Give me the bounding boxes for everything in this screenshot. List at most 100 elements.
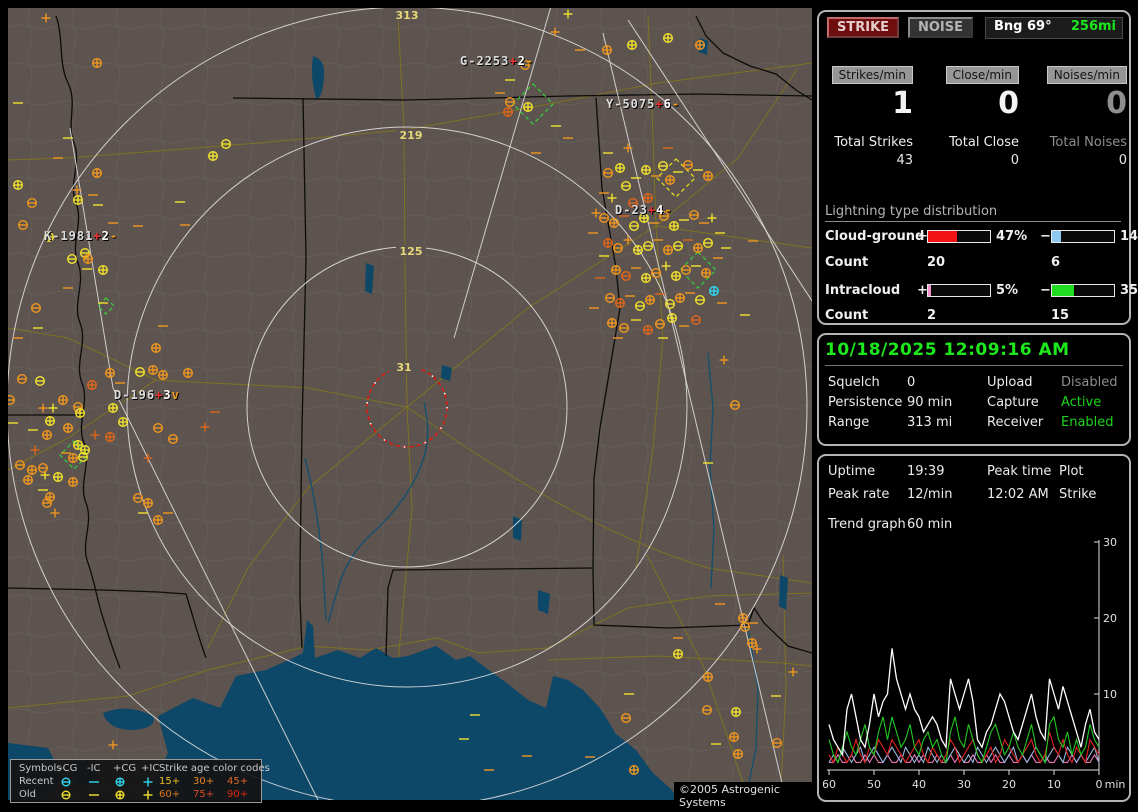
receiver-status: Enabled: [1061, 415, 1114, 430]
strike-symbol-P: [503, 106, 514, 117]
upload-status: Disabled: [1061, 375, 1118, 390]
date-time-display: 10/18/2025 12:09:16 AM: [825, 340, 1123, 366]
strike-symbol-P: [703, 170, 714, 181]
total-close-label: Total Close: [949, 135, 1019, 150]
total-strikes-label: Total Strikes: [834, 135, 913, 150]
strike-symbol-P: [641, 164, 652, 175]
cg-minus-pct: 14%: [1120, 229, 1138, 244]
strikes-per-min-button[interactable]: Strikes/min: [831, 66, 913, 84]
squelch-value: 0: [907, 375, 916, 390]
map-canvas: 313 219 125 31: [8, 8, 812, 800]
squelch-label: Squelch: [828, 375, 880, 390]
lightning-detector-app: 313 219 125 31 G-2253+2- Y-5075+6- D-23+4- K-1…: [0, 0, 1138, 812]
cg-plus-bar: [927, 230, 991, 243]
strike-symbol-P: [104, 368, 115, 379]
total-strikes-value: 43: [896, 153, 913, 168]
cg-plus-pct: 47%: [996, 229, 1028, 244]
strike-symbol-P: [152, 515, 163, 526]
cg-plus-count: 20: [927, 255, 946, 270]
y-tick-label: 30: [1103, 538, 1117, 549]
strike-symbol-P: [733, 749, 744, 760]
storm-cell-label-d-23: D-23+4-: [615, 203, 673, 217]
trend-window-value: 60 min: [907, 517, 953, 532]
legend-age-code: 30+: [193, 776, 215, 787]
strike-symbol-P: [611, 265, 622, 276]
map-legend: Symbols -CG -IC +CG +IC Strike age color code…: [10, 759, 270, 803]
close-per-min-button[interactable]: Close/min: [945, 66, 1019, 84]
storm-cell-label-y-5075: Y-5075+6-: [606, 97, 681, 111]
strike-symbol-P: [157, 370, 168, 381]
total-close-value: 0: [1010, 153, 1019, 168]
strike-symbol-P: [641, 273, 652, 284]
strike-symbol-P: [663, 33, 674, 44]
plot-type-value: Strike: [1059, 487, 1097, 502]
strike-symbol-P: [627, 40, 638, 51]
intracloud-count-row: Count 2 15: [819, 308, 1133, 323]
peak-time-value: 12:02 AM: [987, 487, 1049, 502]
cloud-ground-label: Cloud-ground: [825, 229, 925, 244]
uptime-value: 19:39: [907, 464, 945, 479]
close-per-min-value: 0: [998, 86, 1019, 121]
strike-symbol-P: [667, 313, 678, 324]
distribution-header: Lightning type distribution: [825, 204, 1121, 222]
strike-symbol-p: [143, 777, 153, 787]
ic-plus-pct: 5%: [996, 283, 1019, 298]
intracloud-row: Intracloud + 5% − 35%: [819, 283, 1138, 298]
x-tick-label: 0: [1096, 778, 1103, 791]
strike-map[interactable]: 313 219 125 31 G-2253+2- Y-5075+6- D-23+4- K-1…: [8, 8, 812, 810]
uptime-label: Uptime: [828, 464, 876, 479]
strike-symbol-P: [68, 453, 79, 464]
storm-cell-label-d-196: D-196+3v: [114, 388, 180, 402]
count-label: Count: [825, 308, 869, 323]
legend-row-label: Recent: [19, 776, 54, 787]
trend-series-pink: [829, 753, 1100, 764]
range-ring-label: 313: [396, 9, 419, 22]
count-label: Count: [825, 255, 869, 270]
legend-col-header: +IC: [141, 763, 160, 774]
range-ring-label: 125: [400, 245, 423, 258]
strike-symbol-P: [709, 286, 720, 297]
persistence-label: Persistence: [828, 395, 903, 410]
x-tick-label: 10: [1047, 778, 1061, 791]
strike-symbol-P: [68, 477, 79, 488]
ic-minus-bar: [1051, 284, 1115, 297]
status-panel: 10/18/2025 12:09:16 AM Squelch 0 Upload …: [817, 333, 1131, 446]
range-ring-label: 31: [396, 361, 411, 374]
noise-toggle-button[interactable]: NOISE: [908, 17, 974, 38]
strike-symbol-P: [675, 293, 686, 304]
strike-symbol-P: [115, 777, 125, 787]
storm-cell-label-k-1981: K-1981+2-: [44, 229, 119, 243]
trend-graph-label: Trend graph: [828, 517, 906, 532]
legend-neg-ic-icon: [89, 794, 99, 796]
cloud-ground-row: Cloud-ground + 47% − 14%: [819, 229, 1138, 244]
strike-symbol-P: [629, 765, 640, 776]
strike-symbol-P: [669, 220, 680, 231]
strike-symbol-P: [22, 475, 34, 486]
storm-cell-label-g-2253: G-2253+2-: [460, 54, 535, 68]
strike-symbol-P: [150, 343, 161, 354]
strike-symbol-P: [747, 638, 758, 649]
strike-symbol-P: [147, 365, 158, 376]
strike-symbol-P: [693, 242, 704, 253]
legend-neg-cg-icon: [61, 790, 71, 800]
strike-symbol-P: [104, 432, 115, 443]
y-tick-label: 10: [1103, 688, 1117, 701]
ic-plus-bar: [927, 284, 991, 297]
strike-symbol-P: [602, 45, 613, 56]
strike-toggle-button[interactable]: STRIKE: [827, 17, 900, 38]
legend-pos-ic-icon: [143, 777, 153, 787]
strike-symbol-M: [61, 790, 71, 800]
strike-symbol-P: [701, 268, 712, 279]
close-column: Close/min 0 Total Close 0: [931, 64, 1019, 168]
ic-minus-pct: 35%: [1120, 283, 1138, 298]
noises-column: Noises/min 0 Total Noises 0: [1039, 64, 1127, 168]
range-label: Range: [828, 415, 870, 430]
x-tick-label: 20: [1002, 778, 1016, 791]
ic-plus-count: 2: [927, 308, 937, 323]
copyright-text: ©2005 Astrogenic Systems: [674, 782, 812, 810]
persistence-value: 90 min: [907, 395, 953, 410]
noises-per-min-button[interactable]: Noises/min: [1046, 66, 1127, 84]
strike-symbol-P: [643, 192, 654, 203]
strike-symbol-P: [645, 295, 656, 306]
legend-col-header: -IC: [87, 763, 101, 774]
